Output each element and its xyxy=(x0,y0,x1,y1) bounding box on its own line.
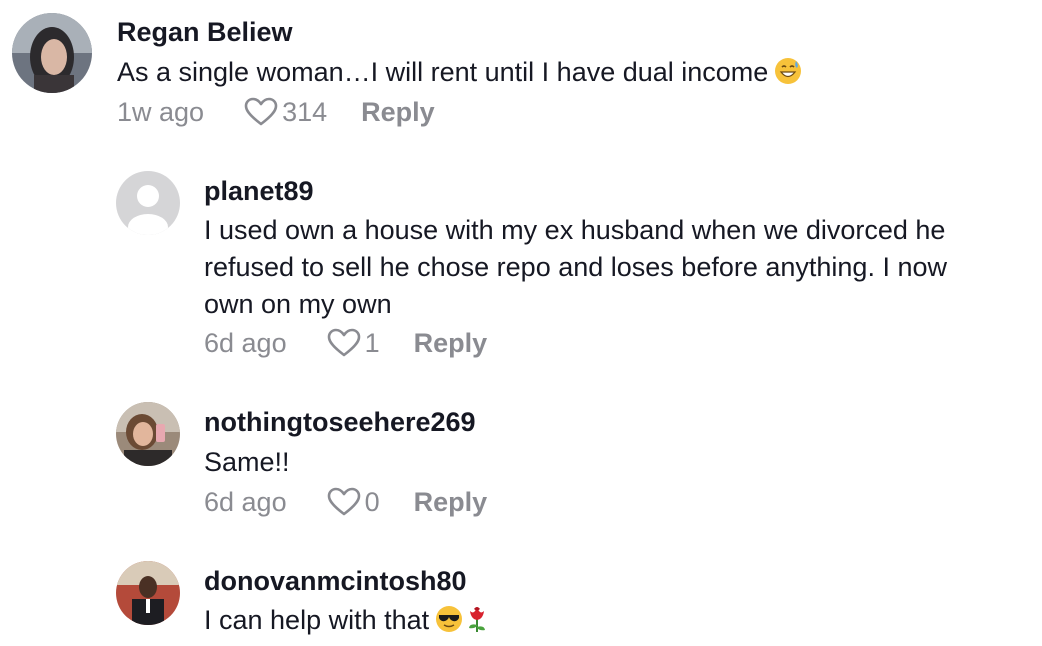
comment-meta: 1w ago 314 Reply xyxy=(117,92,435,132)
comment-username[interactable]: Regan Beliew xyxy=(117,17,293,48)
reply-button[interactable]: Reply xyxy=(414,487,488,518)
sunglasses-emoji xyxy=(435,605,463,643)
comment-username[interactable]: nothingtoseehere269 xyxy=(204,407,476,438)
comment-text-line: I can help with that xyxy=(204,605,430,635)
grinning-sweat-emoji xyxy=(774,57,802,95)
like-button[interactable]: 0 xyxy=(327,487,414,518)
comment-meta: 6d ago 0 Reply xyxy=(204,482,487,522)
comment-text: As a single woman…I will rent until I ha… xyxy=(117,54,802,95)
like-button[interactable]: 1 xyxy=(327,328,414,359)
like-button[interactable]: 314 xyxy=(244,97,361,128)
comment-text-line: own on my own xyxy=(204,289,392,319)
avatar[interactable] xyxy=(12,13,92,93)
comment-text-line: refused to sell he chose repo and loses … xyxy=(204,252,947,282)
like-count: 314 xyxy=(282,96,328,127)
comment-username[interactable]: donovanmcintosh80 xyxy=(204,566,467,597)
comment-timestamp: 6d ago xyxy=(204,327,287,358)
default-avatar-icon xyxy=(128,185,168,235)
avatar[interactable] xyxy=(116,171,180,235)
like-count: 1 xyxy=(364,327,380,358)
rose-emoji xyxy=(465,605,489,643)
comment-meta: 6d ago 1 Reply xyxy=(204,323,487,363)
like-count: 0 xyxy=(364,486,380,517)
reply-button[interactable]: Reply xyxy=(414,328,488,359)
avatar[interactable] xyxy=(116,561,180,625)
comment-username[interactable]: planet89 xyxy=(204,176,314,207)
reply-button[interactable]: Reply xyxy=(361,97,435,128)
comment-text: I can help with that xyxy=(204,602,489,643)
comment-text-line: As a single woman…I will rent until I ha… xyxy=(117,57,769,87)
heart-icon xyxy=(327,487,360,516)
comment-text-line: I used own a house with my ex husband wh… xyxy=(204,215,946,245)
comment-timestamp: 6d ago xyxy=(204,486,287,517)
heart-icon xyxy=(244,97,278,126)
comment-text-line: Same!! xyxy=(204,447,290,477)
comment-timestamp: 1w ago xyxy=(117,96,205,127)
avatar[interactable] xyxy=(116,402,180,466)
heart-icon xyxy=(327,328,360,357)
